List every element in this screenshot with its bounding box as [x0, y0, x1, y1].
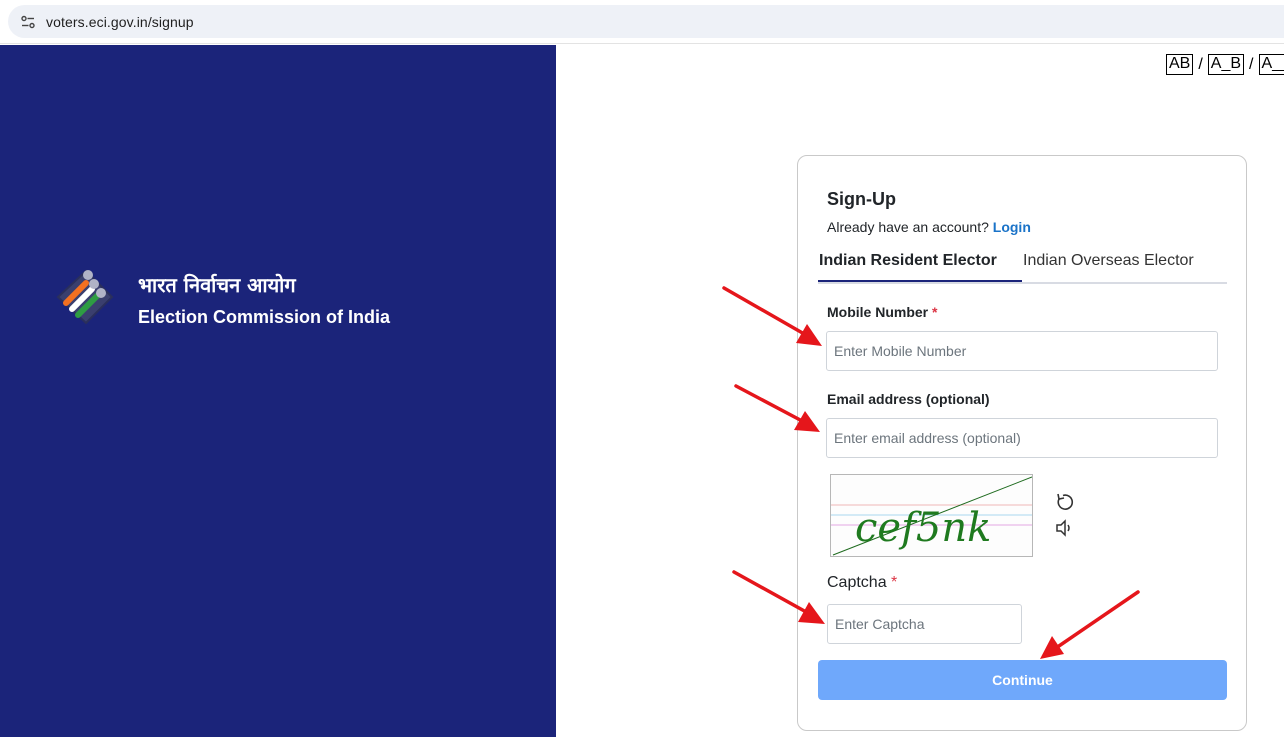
font-size-large-button[interactable]: A__B: [1258, 54, 1284, 75]
audio-captcha-icon[interactable]: [1054, 518, 1076, 538]
captcha-placeholder: Enter Captcha: [835, 616, 925, 632]
required-mark: *: [891, 574, 898, 591]
font-size-switcher: AB / A_B / A__B: [1166, 54, 1284, 75]
mobile-number-label-text: Mobile Number: [827, 304, 929, 320]
email-placeholder: Enter email address (optional): [834, 430, 1021, 446]
captcha-label-text: Captcha: [827, 574, 887, 591]
captcha-label: Captcha *: [827, 574, 897, 592]
refresh-captcha-icon[interactable]: [1054, 491, 1076, 513]
email-label: Email address (optional): [827, 391, 990, 407]
captcha-input[interactable]: Enter Captcha: [827, 604, 1022, 644]
elector-type-tabs: Indian Resident Elector Indian Overseas …: [818, 246, 1227, 284]
font-size-normal-button[interactable]: AB: [1166, 54, 1194, 75]
required-mark: *: [932, 304, 938, 320]
page-title: Sign-Up: [827, 189, 896, 209]
login-prompt: Already have an account? Login: [827, 219, 1031, 235]
font-size-separator: /: [1198, 55, 1203, 73]
site-info-icon[interactable]: [20, 14, 36, 30]
login-link[interactable]: Login: [993, 219, 1031, 235]
address-bar[interactable]: voters.eci.gov.in/signup: [8, 5, 1284, 38]
brand-name-english: Election Commission of India: [138, 307, 391, 327]
mobile-number-placeholder: Enter Mobile Number: [834, 343, 967, 359]
brand-panel: भारत निर्वाचन आयोग Election Commission o…: [0, 45, 556, 737]
captcha-image-text: cef5nk: [855, 505, 991, 551]
font-size-medium-button[interactable]: A_B: [1207, 54, 1245, 75]
email-input[interactable]: Enter email address (optional): [826, 418, 1218, 458]
eci-logo-icon: [56, 269, 114, 325]
url-text[interactable]: voters.eci.gov.in/signup: [46, 14, 194, 30]
captcha-image: cef5nk: [830, 474, 1033, 557]
login-prompt-text: Already have an account?: [827, 219, 989, 235]
continue-button[interactable]: Continue: [818, 660, 1227, 700]
brand-name-hindi: भारत निर्वाचन आयोग: [138, 273, 296, 297]
signup-card: Sign-Up Already have an account? Login I…: [797, 155, 1247, 731]
tab-indian-resident-elector[interactable]: Indian Resident Elector: [819, 252, 997, 270]
mobile-number-input[interactable]: Enter Mobile Number: [826, 331, 1218, 371]
active-tab-indicator: [818, 280, 1022, 282]
mobile-number-label: Mobile Number *: [827, 304, 937, 320]
font-size-separator: /: [1249, 55, 1254, 73]
tab-indian-overseas-elector[interactable]: Indian Overseas Elector: [1023, 252, 1194, 270]
browser-toolbar: voters.eci.gov.in/signup: [0, 0, 1284, 44]
